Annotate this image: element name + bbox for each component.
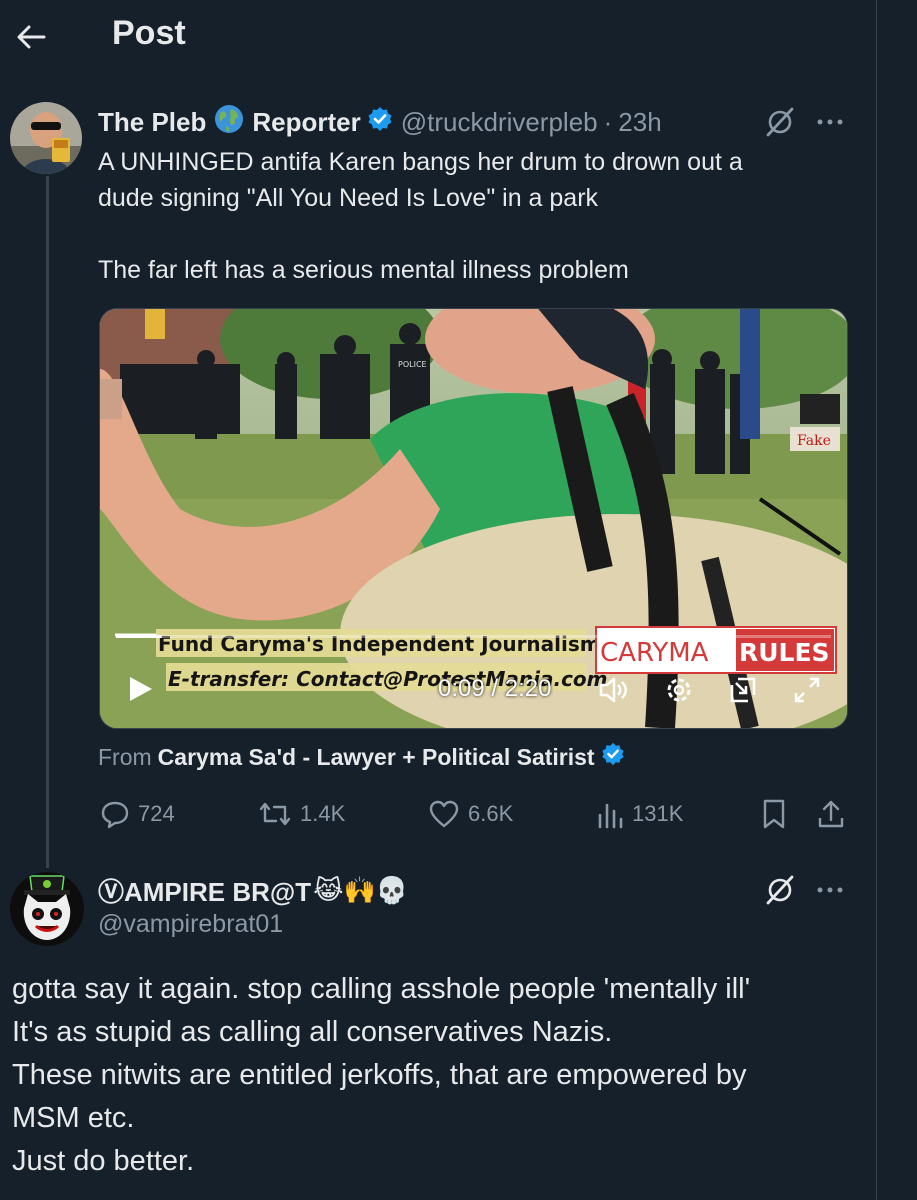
bookmark-icon: [763, 799, 785, 829]
play-icon: [130, 677, 152, 701]
column-divider: [876, 0, 877, 1200]
share-button[interactable]: [816, 798, 846, 830]
like-action[interactable]: 6.6K: [428, 796, 513, 832]
fullscreen-button[interactable]: [790, 673, 824, 707]
from-label: From: [98, 743, 152, 770]
post-author-row: The Pleb Reporter @truckdriverpleb · 23h: [98, 104, 662, 140]
brand-rules: RULES: [739, 638, 830, 667]
reply-author-avatar[interactable]: [10, 872, 84, 946]
grok-icon: [766, 107, 794, 137]
like-count: 6.6K: [468, 801, 514, 826]
thread-connector: [46, 176, 49, 868]
video-time: 0:09 / 2:20: [438, 675, 552, 702]
earth-emoji-icon: [214, 104, 244, 141]
popout-button[interactable]: [726, 673, 760, 707]
post-text-line: [98, 216, 838, 252]
sign-text: Fake: [797, 433, 831, 449]
play-button[interactable]: [122, 671, 158, 707]
author-avatar[interactable]: [10, 102, 82, 174]
back-button[interactable]: [14, 20, 48, 54]
repost-action[interactable]: 1.4K: [258, 796, 345, 832]
reply-author-handle[interactable]: @vampirebrat01: [98, 910, 283, 939]
police-vest-label: POLICE: [398, 360, 427, 369]
meta-separator: ·: [603, 106, 613, 137]
view-count: 131K: [632, 801, 684, 826]
brand-caryma: CARYMA: [600, 638, 709, 668]
views-bar-chart-icon: [598, 803, 623, 829]
grok-button[interactable]: [764, 106, 796, 138]
reply-count: 724: [138, 801, 175, 826]
repost-count: 1.4K: [300, 801, 346, 826]
reply-more-options-button[interactable]: [814, 878, 846, 902]
verified-badge-icon: [367, 106, 393, 139]
back-arrow-icon: [17, 25, 46, 49]
author-name-part1[interactable]: The Pleb: [98, 107, 206, 138]
reply-bubble-icon: [101, 801, 129, 829]
post-header: Post: [0, 0, 876, 74]
bookmark-button[interactable]: [760, 798, 788, 830]
reply-text: gotta say it again. stop calling asshole…: [12, 968, 852, 1183]
reply-text-line: It's as stupid as calling all conservati…: [12, 1016, 613, 1048]
post-time[interactable]: 23h: [618, 107, 661, 138]
reply-author-name: ⓋAMPIRE BR@T: [98, 877, 312, 907]
post-text-line: The far left has a serious mental illnes…: [98, 256, 629, 284]
reply-text-line: MSM etc.: [12, 1102, 135, 1134]
post-text-line: dude signing "All You Need Is Love" in a…: [98, 184, 599, 212]
reply-action[interactable]: 724: [100, 796, 175, 832]
reply-author-name-row[interactable]: ⓋAMPIRE BR@T 😹🙌💀: [98, 872, 408, 909]
post-text: A UNHINGED antifa Karen bangs her drum t…: [98, 144, 838, 288]
reply-text-line: These nitwits are entitled jerkoffs, tha…: [12, 1059, 747, 1091]
reply-text-line: gotta say it again. stop calling asshole…: [12, 973, 751, 1005]
reply-text-line: Just do better.: [12, 1145, 195, 1177]
reply-author-emojis: 😹🙌💀: [313, 875, 409, 906]
video-progress[interactable]: [116, 635, 162, 638]
post-text-line: A UNHINGED antifa Karen bangs her drum t…: [98, 148, 743, 176]
page-title: Post: [112, 14, 186, 52]
source-account-link[interactable]: Caryma Sa'd - Lawyer + Political Satiris…: [158, 744, 595, 771]
gear-icon: [667, 678, 691, 702]
share-icon: [818, 800, 844, 828]
mute-button[interactable]: [596, 673, 630, 707]
views-action[interactable]: 131K: [596, 796, 683, 832]
author-name-part2[interactable]: Reporter: [252, 107, 360, 138]
reply-grok-button[interactable]: [764, 874, 796, 906]
video-frame: POLICE Fake Fund Caryma's Independent Jo…: [100, 309, 847, 728]
heart-icon: [429, 800, 459, 828]
video-source-attribution: From Caryma Sa'd - Lawyer + Political Sa…: [98, 742, 625, 772]
fullscreen-icon: [794, 677, 820, 703]
video-player[interactable]: POLICE Fake Fund Caryma's Independent Jo…: [99, 308, 848, 729]
author-handle[interactable]: @truckdriverpleb: [401, 107, 598, 138]
more-dots-icon: [817, 887, 843, 893]
settings-button[interactable]: [662, 673, 696, 707]
grok-icon: [766, 875, 794, 905]
more-options-button[interactable]: [814, 110, 846, 134]
repost-icon: [259, 802, 291, 826]
more-dots-icon: [817, 119, 843, 125]
volume-icon: [599, 677, 627, 703]
popout-icon: [730, 677, 756, 703]
verified-badge-icon: [601, 742, 625, 772]
